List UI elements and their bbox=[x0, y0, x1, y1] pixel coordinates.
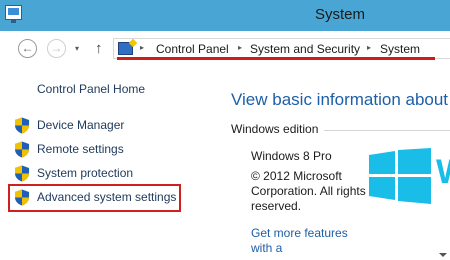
windows-wordmark: W bbox=[436, 153, 450, 192]
scroll-down-arrow-icon[interactable] bbox=[439, 253, 447, 257]
shield-icon bbox=[15, 141, 29, 158]
section-divider bbox=[324, 130, 450, 131]
left-pane: Control Panel Home Device Manager Remote… bbox=[0, 65, 205, 260]
task-label: System protection bbox=[37, 166, 134, 180]
page-heading: View basic information about yo bbox=[231, 90, 450, 109]
annotation-highlight-box bbox=[8, 184, 181, 212]
title-bar: System bbox=[0, 0, 450, 31]
section-header-windows-edition: Windows edition bbox=[231, 122, 319, 136]
windows-edition-value: Windows 8 Pro bbox=[251, 149, 332, 163]
windows-logo-icon bbox=[369, 148, 431, 204]
breadcrumb-system[interactable]: System bbox=[380, 42, 420, 56]
forward-button[interactable]: → bbox=[47, 39, 66, 58]
breadcrumb-separator-icon[interactable]: ▸ bbox=[140, 43, 144, 52]
control-panel-home-link[interactable]: Control Panel Home bbox=[37, 82, 145, 96]
control-panel-icon bbox=[118, 42, 133, 55]
get-more-features-link[interactable]: Get more features with a bbox=[251, 226, 361, 256]
breadcrumb-control-panel[interactable]: Control Panel bbox=[156, 42, 229, 56]
up-button[interactable]: ↑ bbox=[95, 40, 103, 57]
address-bar[interactable]: ▸ Control Panel ▸ System and Security ▸ … bbox=[113, 38, 450, 60]
shield-icon bbox=[15, 117, 29, 134]
copyright-text: © 2012 Microsoft Corporation. All rights… bbox=[251, 169, 366, 213]
main-content: View basic information about yo Windows … bbox=[205, 65, 450, 260]
breadcrumb-separator-icon[interactable]: ▸ bbox=[367, 43, 371, 52]
breadcrumb-separator-icon[interactable]: ▸ bbox=[238, 43, 242, 52]
breadcrumb-system-and-security[interactable]: System and Security bbox=[250, 42, 360, 56]
navigation-bar: ← → ▾ ↑ ▸ Control Panel ▸ System and Sec… bbox=[0, 31, 450, 65]
window-title: System bbox=[314, 6, 365, 23]
recent-locations-dropdown[interactable]: ▾ bbox=[75, 44, 79, 53]
shield-icon bbox=[15, 165, 29, 182]
annotation-underline bbox=[117, 57, 435, 60]
task-label: Remote settings bbox=[37, 142, 124, 156]
task-label: Device Manager bbox=[37, 118, 125, 132]
back-button[interactable]: ← bbox=[18, 39, 37, 58]
